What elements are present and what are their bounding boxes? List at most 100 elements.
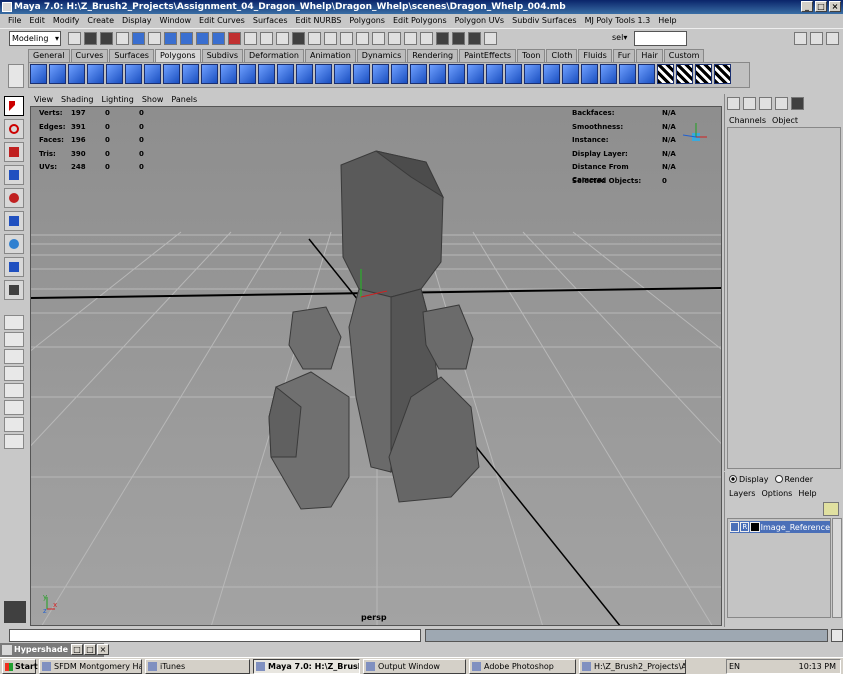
mask-handles-icon[interactable]	[164, 32, 177, 45]
menu-polygons[interactable]: Polygons	[345, 14, 389, 28]
rotate-tool[interactable]	[4, 188, 24, 208]
smooth-icon[interactable]	[334, 64, 351, 84]
viewport-menu-lighting[interactable]: Lighting	[97, 94, 137, 106]
maya-app-icon[interactable]	[2, 2, 12, 12]
persp-outliner-layout-button[interactable]	[4, 349, 24, 364]
lock-selection-icon[interactable]	[292, 32, 305, 45]
taskbar-item-photoshop[interactable]: Adobe Photoshop	[469, 659, 576, 674]
menu-polygon-uvs[interactable]: Polygon UVs	[451, 14, 508, 28]
taskbar-item-itunes[interactable]: iTunes	[145, 659, 250, 674]
mask-surfaces-icon[interactable]	[212, 32, 225, 45]
layer-menu-layers[interactable]: Layers	[729, 489, 755, 498]
attribute-editor-toggle-icon[interactable]	[743, 97, 756, 110]
shelf-tab-curves[interactable]: Curves	[70, 49, 109, 62]
taskbar-item-explorer[interactable]: H:\Z_Brush2_Projects\A...	[579, 659, 686, 674]
poly-cylinder-icon[interactable]	[68, 64, 85, 84]
window-title-bar[interactable]: Maya 7.0: H:\Z_Brush2_Projects\Assignmen…	[0, 0, 843, 14]
soft-modification-tool[interactable]	[4, 257, 24, 277]
snap-point-icon[interactable]	[340, 32, 353, 45]
append-polygon-icon[interactable]	[277, 64, 294, 84]
menu-display[interactable]: Display	[118, 14, 156, 28]
layer-editor-toggle-icon[interactable]	[775, 97, 788, 110]
shelf-menu-button[interactable]	[8, 64, 24, 88]
cylindrical-mapping-icon[interactable]	[619, 64, 636, 84]
hypershade-persp-layout-button[interactable]	[4, 383, 24, 398]
poly-prism-icon[interactable]	[144, 64, 161, 84]
cut-faces-icon[interactable]	[486, 64, 503, 84]
menu-window[interactable]: Window	[156, 14, 196, 28]
channel-box-menu-channels[interactable]: Channels	[729, 116, 766, 125]
poly-torus-icon[interactable]	[125, 64, 142, 84]
lasso-tool[interactable]	[4, 119, 24, 139]
shelf-tab-polygons[interactable]: Polygons	[154, 49, 201, 62]
split-polygon-icon[interactable]	[410, 64, 427, 84]
extrude-edge-icon[interactable]	[372, 64, 389, 84]
poly-plane-icon[interactable]	[106, 64, 123, 84]
save-scene-icon[interactable]	[100, 32, 113, 45]
channel-box-layer-icon[interactable]	[791, 97, 804, 110]
mask-deformations-icon[interactable]	[228, 32, 241, 45]
poly-sphere-icon[interactable]	[30, 64, 47, 84]
hypershade-close-button[interactable]: ×	[97, 644, 109, 655]
channel-box-menu-object[interactable]: Object	[772, 116, 798, 125]
new-scene-icon[interactable]	[68, 32, 81, 45]
layer-row[interactable]: R Image_Reference	[730, 521, 830, 533]
shelf-tab-deformation[interactable]: Deformation	[244, 49, 304, 62]
mask-joints-icon[interactable]	[180, 32, 193, 45]
snap-grid-icon[interactable]	[308, 32, 321, 45]
viewport-menu-panels[interactable]: Panels	[167, 94, 201, 106]
poly-helix-icon[interactable]	[201, 64, 218, 84]
make-live-icon[interactable]	[372, 32, 385, 45]
poly-soccer-ball-icon[interactable]	[220, 64, 237, 84]
uv-cut-icon[interactable]	[695, 64, 712, 84]
poly-cone-icon[interactable]	[87, 64, 104, 84]
maximize-button[interactable]: □	[815, 1, 827, 12]
open-scene-icon[interactable]	[84, 32, 97, 45]
persp-trax-layout-button[interactable]	[4, 400, 24, 415]
snap-view-plane-icon[interactable]	[356, 32, 369, 45]
minimize-button[interactable]: _	[801, 1, 813, 12]
combine-icon[interactable]	[296, 64, 313, 84]
universal-manipulator-tool[interactable]	[4, 234, 24, 254]
close-button[interactable]: ×	[829, 1, 841, 12]
channel-box-icon[interactable]	[826, 32, 839, 45]
menu-subdiv-surfaces[interactable]: Subdiv Surfaces	[508, 14, 580, 28]
shelf-tab-cloth[interactable]: Cloth	[546, 49, 578, 62]
tool-settings-icon[interactable]	[810, 32, 823, 45]
display-layer-radio[interactable]: Display	[729, 475, 769, 484]
menu-surfaces[interactable]: Surfaces	[249, 14, 292, 28]
clock[interactable]: 10:13 PM	[799, 660, 836, 673]
mask-misc-icon[interactable]	[276, 32, 289, 45]
outliner-persp-layout-button[interactable]	[4, 417, 24, 432]
select-component-icon[interactable]	[148, 32, 161, 45]
channel-box-toggle-icon[interactable]	[727, 97, 740, 110]
menu-mj-poly-tools[interactable]: MJ Poly Tools 1.3	[581, 14, 655, 28]
show-manipulator-tool[interactable]	[4, 280, 24, 300]
poly-pipe-icon[interactable]	[182, 64, 199, 84]
select-object-icon[interactable]	[132, 32, 145, 45]
attribute-editor-icon[interactable]	[794, 32, 807, 45]
layer-color-swatch[interactable]	[750, 522, 760, 532]
hypershade-maximize-button[interactable]: □	[84, 644, 96, 655]
menu-create[interactable]: Create	[83, 14, 118, 28]
persp-graph-layout-button[interactable]	[4, 366, 24, 381]
shelf-tab-animation[interactable]: Animation	[304, 49, 356, 62]
render-view-icon[interactable]	[436, 32, 449, 45]
render-layer-radio[interactable]: Render	[774, 475, 813, 484]
move-tool[interactable]	[4, 165, 24, 185]
select-hierarchy-icon[interactable]	[116, 32, 129, 45]
menu-edit[interactable]: Edit	[25, 14, 49, 28]
poke-face-icon[interactable]	[562, 64, 579, 84]
mask-curves-icon[interactable]	[196, 32, 209, 45]
taskbar-item-sfdm[interactable]: SFDM Montgomery Hall I...	[39, 659, 142, 674]
shelf-tab-custom[interactable]: Custom	[663, 49, 705, 62]
layer-visibility-toggle[interactable]	[730, 522, 740, 532]
start-button[interactable]: Start	[2, 659, 38, 674]
shelf-tab-toon[interactable]: Toon	[517, 49, 546, 62]
menu-file[interactable]: File	[4, 14, 25, 28]
hypershade-restore-button[interactable]: □	[71, 644, 83, 655]
triangulate-icon[interactable]	[524, 64, 541, 84]
uv-sew-icon[interactable]	[714, 64, 731, 84]
shelf-tab-general[interactable]: General	[28, 49, 70, 62]
shelf-tab-fluids[interactable]: Fluids	[578, 49, 612, 62]
